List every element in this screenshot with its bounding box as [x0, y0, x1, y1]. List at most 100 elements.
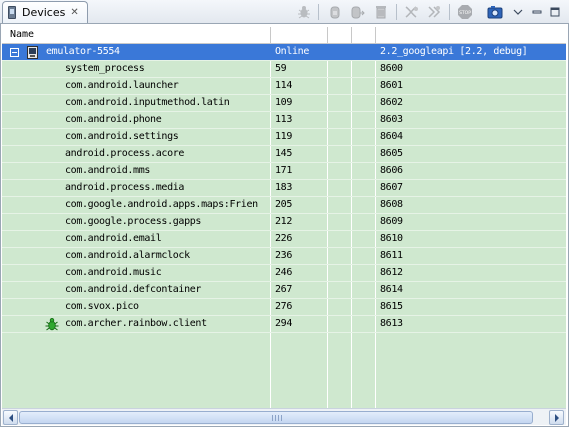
process-port: 8601	[380, 80, 403, 91]
process-pid: 119	[275, 131, 293, 142]
scrollbar-grip-icon	[272, 415, 282, 421]
table-row[interactable]: com.android.phone 113 8603	[2, 112, 566, 129]
screen-capture-icon[interactable]	[486, 3, 504, 21]
process-pid: 171	[275, 165, 293, 176]
process-pid: 226	[275, 233, 293, 244]
update-heap-icon[interactable]	[326, 3, 344, 21]
stop-process-icon[interactable]: STOP	[456, 3, 474, 21]
table-row[interactable]: com.android.music 246 8612	[2, 265, 566, 282]
collapse-icon[interactable]	[10, 48, 19, 57]
process-pid: 114	[275, 80, 293, 91]
view-toolbar: Devices ✕ STOP	[0, 0, 569, 24]
device-icon	[8, 6, 16, 19]
debug-process-icon[interactable]	[295, 3, 313, 21]
process-name: com.android.phone	[65, 114, 162, 125]
table-row[interactable]: com.android.defcontainer 267 8614	[2, 282, 566, 299]
column-header-3[interactable]	[328, 27, 351, 44]
table-row[interactable]: com.android.mms 171 8606	[2, 163, 566, 180]
table-row[interactable]: com.svox.pico 276 8615	[2, 299, 566, 316]
column-header-2[interactable]	[271, 27, 327, 44]
process-pid: 183	[275, 182, 293, 193]
process-pid: 113	[275, 114, 293, 125]
horizontal-scrollbar[interactable]	[2, 408, 566, 425]
process-name: com.svox.pico	[65, 301, 139, 312]
process-name: com.android.mms	[65, 165, 151, 176]
device-state: Online	[275, 46, 310, 57]
view-menu-icon[interactable]	[509, 3, 527, 21]
devices-tab-label: Devices	[22, 6, 66, 19]
process-pid: 246	[275, 267, 293, 278]
process-port: 8608	[380, 199, 403, 210]
emulator-icon	[27, 46, 38, 59]
process-port: 8614	[380, 284, 403, 295]
process-pid: 276	[275, 301, 293, 312]
device-row[interactable]: emulator-5554 Online 2.2_googleapi [2.2,…	[2, 44, 566, 61]
process-pid: 109	[275, 97, 293, 108]
process-port: 8609	[380, 216, 403, 227]
table-row[interactable]: com.google.process.gapps 212 8609	[2, 214, 566, 231]
table-row[interactable]: com.android.inputmethod.latin 109 8602	[2, 95, 566, 112]
process-name: com.android.settings	[65, 131, 179, 142]
process-name: com.android.email	[65, 233, 162, 244]
scrollbar-thumb[interactable]	[19, 411, 533, 424]
svg-text:STOP: STOP	[459, 10, 471, 16]
process-pid: 236	[275, 250, 293, 261]
process-port: 8607	[380, 182, 403, 193]
process-port: 8612	[380, 267, 403, 278]
devices-table[interactable]: emulator-5554 Online 2.2_googleapi [2.2,…	[2, 44, 566, 408]
process-port: 8600	[380, 63, 403, 74]
process-port: 8602	[380, 97, 403, 108]
close-tab-icon[interactable]: ✕	[70, 7, 78, 18]
process-name: android.process.acore	[65, 148, 185, 159]
table-row[interactable]: system_process 59 8600	[2, 61, 566, 78]
process-pid: 294	[275, 318, 293, 329]
process-name: com.google.android.apps.maps:Frien	[65, 199, 258, 210]
process-port: 8613	[380, 318, 403, 329]
scroll-left-button[interactable]	[3, 410, 18, 425]
process-port: 8610	[380, 233, 403, 244]
process-port: 8615	[380, 301, 403, 312]
table-row[interactable]: com.google.android.apps.maps:Frien 205 8…	[2, 197, 566, 214]
table-row[interactable]: com.android.email 226 8610	[2, 231, 566, 248]
process-pid: 59	[275, 63, 287, 74]
device-name: emulator-5554	[46, 46, 120, 57]
table-row[interactable]: com.android.settings 119 8604	[2, 129, 566, 146]
dump-hprof-icon[interactable]	[349, 3, 367, 21]
maximize-icon[interactable]	[546, 3, 564, 21]
process-pid: 145	[275, 148, 293, 159]
devices-tab[interactable]: Devices ✕	[2, 1, 88, 23]
process-pid: 205	[275, 199, 293, 210]
process-name: system_process	[65, 63, 145, 74]
process-name: android.process.media	[65, 182, 185, 193]
process-name: com.android.inputmethod.latin	[65, 97, 230, 108]
process-port: 8606	[380, 165, 403, 176]
column-header-4[interactable]	[352, 27, 375, 44]
process-pid: 212	[275, 216, 293, 227]
debug-bug-icon	[45, 317, 59, 331]
process-name: com.android.launcher	[65, 80, 179, 91]
process-name: com.archer.rainbow.client	[65, 318, 207, 329]
table-header: Name	[2, 27, 566, 44]
start-method-profiling-icon[interactable]	[425, 3, 443, 21]
column-header-name[interactable]: Name	[2, 27, 270, 44]
minimize-icon[interactable]	[528, 3, 546, 21]
table-row[interactable]: com.android.alarmclock 236 8611	[2, 248, 566, 265]
table-row[interactable]: android.process.acore 145 8605	[2, 146, 566, 163]
table-row[interactable]: android.process.media 183 8607	[2, 180, 566, 197]
table-row[interactable]: com.android.launcher 114 8601	[2, 78, 566, 95]
process-name: com.android.music	[65, 267, 162, 278]
table-row[interactable]: com.archer.rainbow.client 294 8613	[2, 316, 566, 333]
process-name: com.android.alarmclock	[65, 250, 190, 261]
column-header-5[interactable]	[376, 27, 566, 44]
device-target: 2.2_googleapi [2.2, debug]	[380, 46, 528, 57]
process-port: 8611	[380, 250, 403, 261]
update-threads-icon[interactable]	[402, 3, 420, 21]
cause-gc-icon[interactable]	[372, 3, 390, 21]
process-port: 8603	[380, 114, 403, 125]
process-name: com.android.defcontainer	[65, 284, 202, 295]
process-port: 8605	[380, 148, 403, 159]
scroll-right-button[interactable]	[549, 410, 564, 425]
process-pid: 267	[275, 284, 293, 295]
process-name: com.google.process.gapps	[65, 216, 202, 227]
process-port: 8604	[380, 131, 403, 142]
